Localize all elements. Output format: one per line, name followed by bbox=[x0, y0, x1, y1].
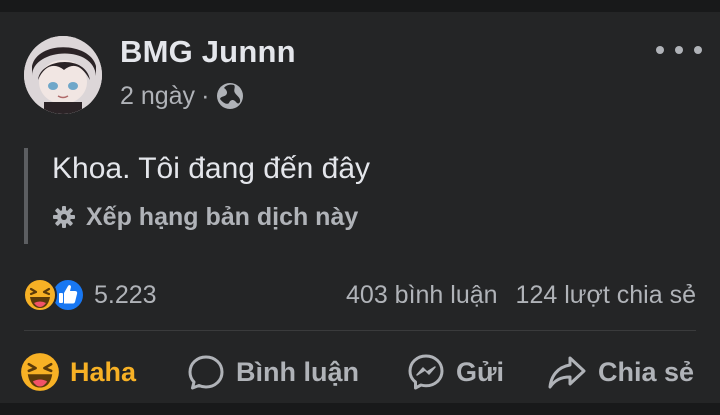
meta-separator: · bbox=[201, 81, 210, 110]
rate-translation-link[interactable]: Xếp hạng bản dịch này bbox=[52, 200, 358, 234]
messenger-icon bbox=[406, 352, 446, 392]
more-dot bbox=[675, 46, 683, 54]
haha-icon bbox=[22, 277, 58, 313]
quote-bar bbox=[24, 148, 28, 244]
post-meta: 2 ngày · bbox=[120, 80, 245, 112]
share-count[interactable]: 124 lượt chia sẻ bbox=[516, 281, 696, 310]
actions-divider bbox=[24, 330, 696, 331]
gear-icon bbox=[52, 205, 76, 229]
share-button[interactable]: Chia sẻ bbox=[546, 342, 694, 402]
haha-label: Haha bbox=[70, 356, 137, 387]
rate-translation-label: Xếp hạng bản dịch này bbox=[86, 202, 359, 231]
send-label: Gửi bbox=[456, 356, 505, 387]
author-name[interactable]: BMG Junnn bbox=[120, 34, 296, 70]
share-label: Chia sẻ bbox=[598, 356, 695, 387]
comment-count[interactable]: 403 bình luận bbox=[346, 281, 498, 310]
more-dot bbox=[694, 46, 702, 54]
comment-button[interactable]: Bình luận bbox=[186, 342, 359, 402]
author-avatar[interactable] bbox=[24, 36, 102, 114]
more-options-button[interactable] bbox=[656, 38, 702, 62]
comment-icon bbox=[186, 352, 226, 392]
globe-icon bbox=[215, 81, 245, 111]
post-text: Khoa. Tôi đang đến đây bbox=[52, 152, 371, 185]
reaction-count: 5.223 bbox=[94, 280, 157, 309]
reaction-summary[interactable]: 5.223 bbox=[22, 278, 157, 312]
reaction-icons bbox=[22, 277, 86, 313]
more-dot bbox=[656, 46, 664, 54]
post-time[interactable]: 2 ngày bbox=[120, 82, 195, 111]
comment-label: Bình luận bbox=[236, 356, 359, 387]
haha-reaction-button[interactable]: Haha bbox=[20, 342, 136, 402]
share-icon bbox=[546, 352, 588, 392]
post-card: BMG Junnn 2 ngày · Khoa. Tôi đang đến đâ… bbox=[0, 12, 720, 403]
send-button[interactable]: Gửi bbox=[406, 342, 504, 402]
haha-icon bbox=[20, 352, 60, 392]
avatar-image bbox=[24, 36, 102, 114]
action-bar: Haha Bình luận Gửi Chia sẻ bbox=[0, 342, 720, 402]
engagement-stats: 403 bình luận 124 lượt chia sẻ bbox=[346, 278, 696, 312]
